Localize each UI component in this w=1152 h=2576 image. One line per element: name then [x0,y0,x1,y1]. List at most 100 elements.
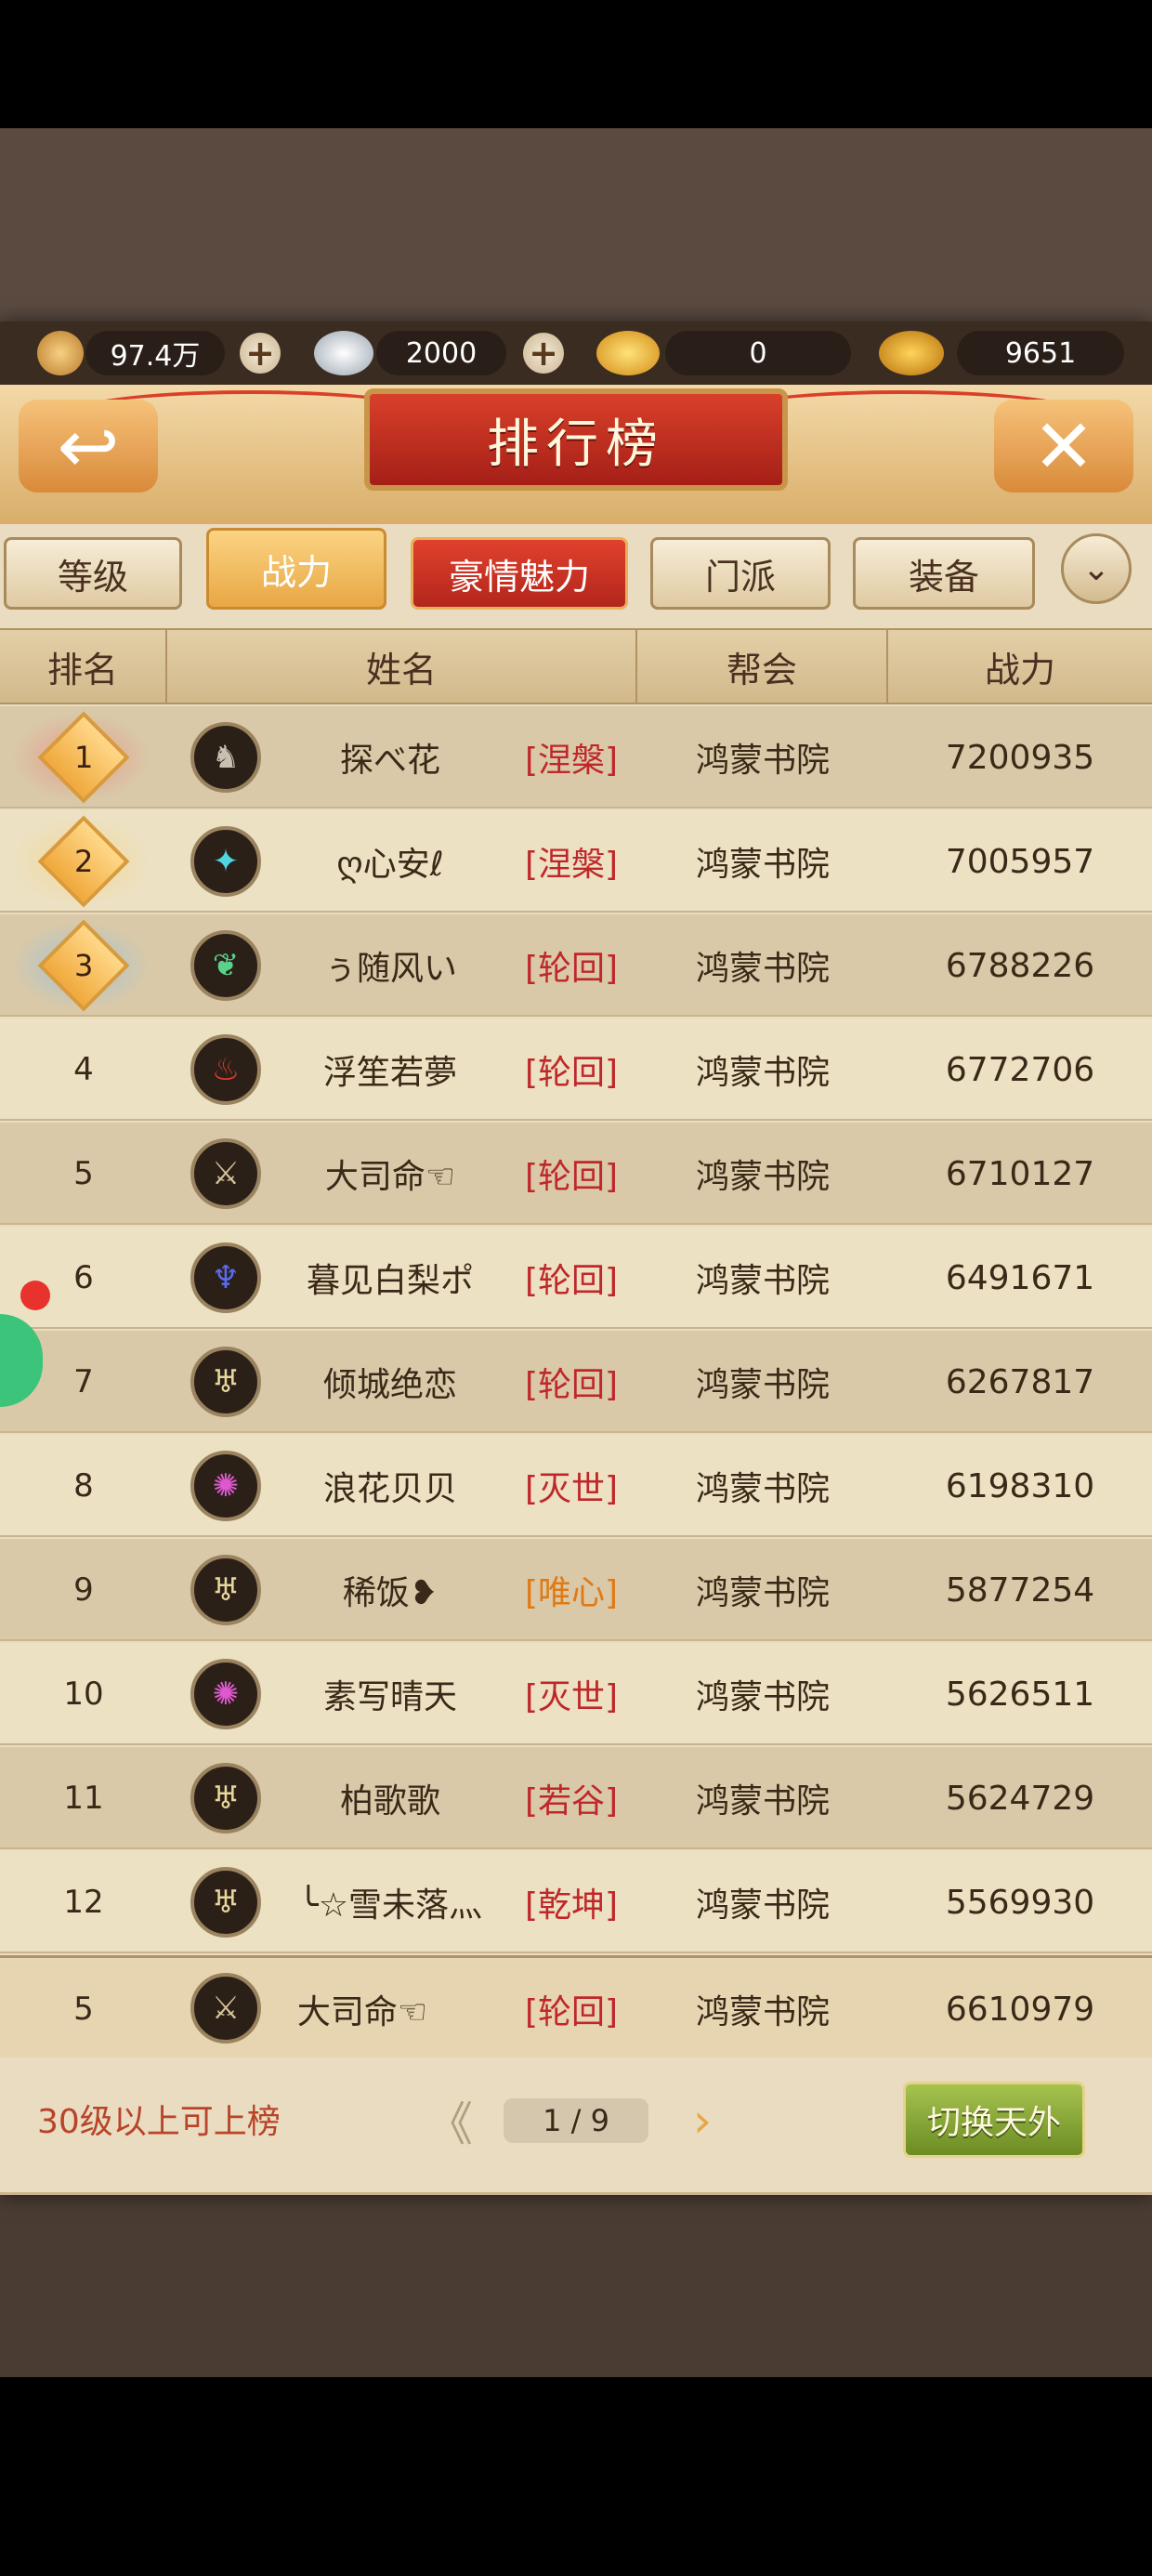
player-name: 稀饭❥ [342,1574,439,1612]
table-row[interactable]: 9 ♅ 稀饭❥ [唯心] 鸿蒙书院 5877254 [0,1539,1152,1641]
player-name: 素写晴天 [322,1678,457,1716]
add-silver-button[interactable]: + [523,333,564,374]
table-row[interactable]: 4 ♨ 浮笙若夢 [轮回] 鸿蒙书院 6772706 [0,1019,1152,1121]
player-name: 柏歌歌 [339,1782,440,1820]
player-guild: 鸿蒙书院 [695,1782,830,1820]
player-sect: [轮回] [524,1262,619,1300]
rank-number: 8 [73,1467,94,1505]
close-icon: ✕ [1032,402,1095,490]
column-name: 姓名 [167,628,637,704]
player-power: 5626511 [945,1675,1095,1714]
rank-hint: 30级以上可上榜 [37,2103,281,2141]
player-sect: [唯心] [524,1574,619,1612]
player-guild: 鸿蒙书院 [695,846,830,884]
tab-school[interactable]: 门派 [650,537,831,610]
rank-number: 6 [73,1259,94,1296]
column-power: 战力 [984,649,1055,690]
table-row[interactable]: 8 ✺ 浪花贝贝 [灭世] 鸿蒙书院 6198310 [0,1435,1152,1537]
column-guild: 帮会 [637,628,888,704]
more-tabs-button[interactable]: ⌄ [1061,533,1132,604]
player-power: 7200935 [945,738,1095,777]
rank-number: 10 [63,1676,104,1713]
player-power: 6788226 [945,946,1095,985]
player-power: 6772706 [945,1050,1095,1089]
player-sect: [轮回] [524,950,619,988]
column-rank: 排名 [0,628,167,704]
player-name: ╰☆雪未落灬 [298,1886,482,1925]
table-row[interactable]: 12 ♅ ╰☆雪未落灬 [乾坤] 鸿蒙书院 5569930 [0,1851,1152,1953]
rank-number: 2 [73,843,94,879]
tab-equipment[interactable]: 装备 [853,537,1035,610]
blade-emblem-icon: ⚔ [190,1138,261,1209]
rank-number: 1 [73,739,94,775]
switch-server-button[interactable]: 切换天外 [903,2082,1085,2158]
tab-level[interactable]: 等级 [4,537,182,610]
add-copper-button[interactable]: + [240,333,281,374]
table-row[interactable]: 5 ⚔ 大司命☜ [轮回] 鸿蒙书院 6710127 [0,1123,1152,1225]
rank-medal-icon: 2 [37,815,130,908]
empty-panel-area [0,2195,1152,2377]
back-arrow-icon: ↩ [57,402,120,490]
player-power: 5569930 [945,1883,1095,1922]
next-page-button[interactable]: › [676,2094,728,2148]
table-row[interactable]: 1 ♞ 探べ花 [涅槃] 鸿蒙书院 7200935 [0,706,1152,808]
my-power: 6610979 [945,1990,1095,2029]
player-sect: [轮回] [524,1366,619,1404]
player-sect: [涅槃] [524,742,619,780]
table-row[interactable]: 3 ❦ ぅ随风い [轮回] 鸿蒙书院 6788226 [0,914,1152,1017]
table-row[interactable]: 10 ✺ 素写晴天 [灭世] 鸿蒙书院 5626511 [0,1643,1152,1745]
wing-emblem-icon: ♅ [190,1347,261,1417]
gold-ingot-icon [596,331,660,375]
rank-medal-icon: 3 [37,919,130,1012]
locked-gold-value: 9651 [957,331,1124,375]
rank-medal-cell: 3 [0,914,167,1017]
player-power: 6198310 [945,1466,1095,1505]
back-button[interactable]: ↩ [19,400,158,493]
flame-emblem-icon: ♨ [190,1034,261,1105]
trident-emblem-icon: ♆ [190,1242,261,1313]
player-guild: 鸿蒙书院 [695,950,830,988]
copper-value: 97.4万 [85,331,225,375]
rank-number: 9 [73,1571,94,1609]
table-row[interactable]: 7 ♅ 倾城绝恋 [轮回] 鸿蒙书院 6267817 [0,1331,1152,1433]
page-indicator: 1 / 9 [504,2098,648,2143]
table-row[interactable]: 11 ♅ 柏歌歌 [若谷] 鸿蒙书院 5624729 [0,1747,1152,1849]
tab-charm[interactable]: 豪情魅力 [411,537,628,610]
silver-ingot-icon [314,331,373,375]
leaf-emblem-icon: ❦ [190,930,261,1001]
rank-number: 11 [63,1780,104,1817]
my-rank-row[interactable]: 5 ⚔ 大司命☜ [轮回] 鸿蒙书院 6610979 [0,1955,1152,2057]
notification-dot [20,1281,50,1310]
player-guild: 鸿蒙书院 [695,1262,830,1300]
gold-value: 0 [665,331,851,375]
player-sect: [灭世] [524,1470,619,1508]
tab-power[interactable]: 战力 [206,528,386,610]
my-guild: 鸿蒙书院 [695,1993,830,2031]
player-power: 5877254 [945,1571,1095,1610]
rank-medal-icon: 1 [37,711,130,804]
rank-medal-cell: 1 [0,706,167,808]
wing-emblem-icon: ♅ [190,1867,261,1938]
player-name: 探べ花 [339,742,440,780]
silver-value: 2000 [376,331,506,375]
player-power: 6267817 [945,1362,1095,1401]
table-row[interactable]: 2 ✦ ღ心安ℓ [涅槃] 鸿蒙书院 7005957 [0,810,1152,913]
rank-number: 3 [73,947,94,983]
blade-emblem-icon: ⚔ [190,1973,261,2044]
player-sect: [灭世] [524,1678,619,1716]
close-button[interactable]: ✕ [994,400,1133,493]
copper-coin-icon [37,331,84,375]
rank-number: 5 [73,1155,94,1192]
player-guild: 鸿蒙书院 [695,1158,830,1196]
status-bar-area [0,0,1152,128]
player-sect: [涅槃] [524,846,619,884]
dragon-emblem-icon: ♞ [190,722,261,793]
player-guild: 鸿蒙书院 [695,1886,830,1925]
player-guild: 鸿蒙书院 [695,1470,830,1508]
chevron-right-icon: › [693,2094,712,2148]
player-sect: [轮回] [524,1158,619,1196]
player-sect: [轮回] [524,1054,619,1092]
player-guild: 鸿蒙书院 [695,742,830,780]
table-row[interactable]: 6 ♆ 暮见白梨ポ [轮回] 鸿蒙书院 6491671 [0,1227,1152,1329]
prev-page-button[interactable]: 《 [424,2095,476,2151]
